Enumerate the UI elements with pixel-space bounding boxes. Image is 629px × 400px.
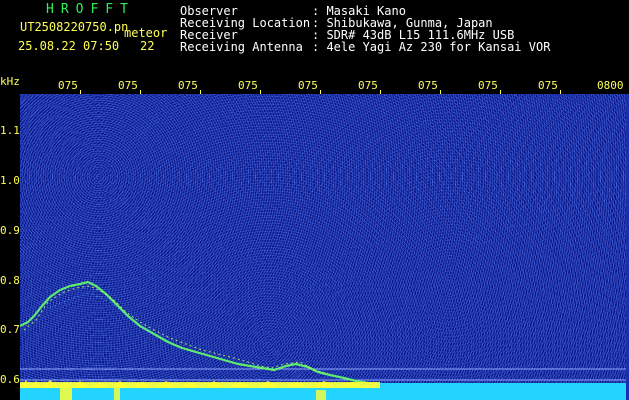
filename-label: UT2508220750.pn [20,20,129,34]
x-tick-label: 075 [298,79,318,92]
y-tick-label: 1.1 [0,124,20,137]
carrier-band-peak [114,388,120,400]
count-label: 22 [140,39,155,53]
timestamp-label: 25.08.22 07:50 [18,39,120,53]
echo-trace-halo [49,292,171,343]
y-unit-label: kHz [0,75,20,88]
carrier-band-peak [316,390,326,400]
y-tick-label: 0.8 [0,274,20,287]
carrier-band-peak [60,388,72,400]
x-tick-label: 075 [418,79,438,92]
x-tick-label: 075 [178,79,198,92]
spectrogram-overlay [20,280,626,400]
echo-trace-speckle [23,285,329,375]
x-tick-label: 075 [478,79,498,92]
x-tick-label: 075 [238,79,258,92]
x-tick-label: 075 [538,79,558,92]
y-tick-label: 0.6 [0,373,20,386]
x-tick-label: 075 [118,79,138,92]
x-tick-label: 075 [358,79,378,92]
header-panel: HROFFT UT2508220750.pn meteor 25.08.22 0… [0,0,629,76]
y-tick-label: 0.9 [0,224,20,237]
frequency-axis [0,94,20,400]
y-tick-label: 0.7 [0,323,20,336]
program-title: HROFFT [46,2,135,17]
x-tick-label: 075 [58,79,78,92]
x-tick-label: 0800 [597,79,624,92]
antenna-value: : 4ele Yagi Az 230 for Kansai VOR [312,40,551,54]
file-tag-label: meteor [124,26,168,40]
antenna-label: Receiving Antenna [180,40,303,54]
y-tick-label: 1.0 [0,174,20,187]
